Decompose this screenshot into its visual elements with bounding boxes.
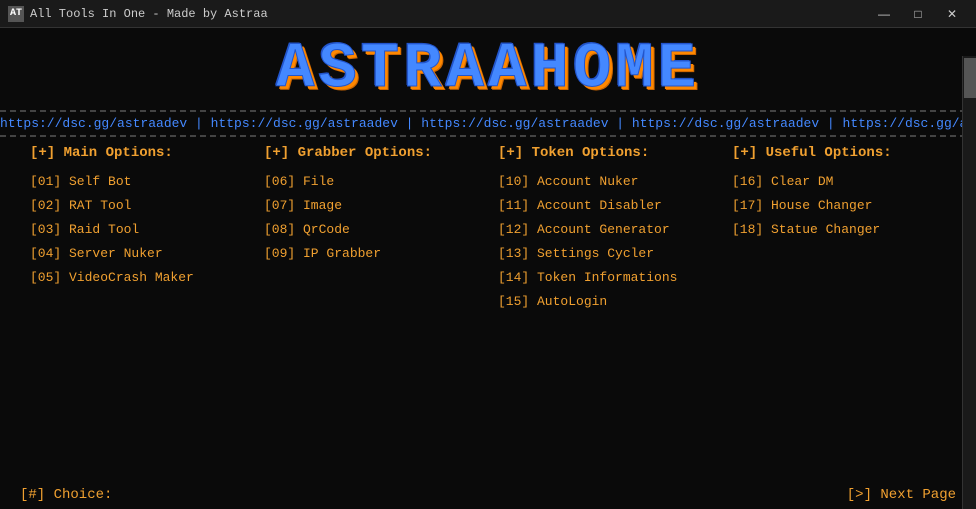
bottom-area: [#] Choice: [>] Next Page — [0, 483, 976, 509]
window-controls: — □ ✕ — [868, 4, 968, 24]
menu-item-18[interactable]: [18] Statue Changer — [732, 219, 946, 241]
close-button[interactable]: ✕ — [936, 4, 968, 24]
menu-item-09[interactable]: [09] IP Grabber — [264, 243, 478, 265]
menu-area: [+] Main Options: [01] Self Bot [02] RAT… — [0, 137, 976, 483]
menu-col-main: [+] Main Options: [01] Self Bot [02] RAT… — [20, 145, 254, 483]
title-bar: AT All Tools In One - Made by Astraa — □… — [0, 0, 976, 28]
scrollbar[interactable] — [962, 56, 976, 509]
token-options-header: [+] Token Options: — [498, 145, 712, 161]
logo-area: ASTRAAHOME — [0, 28, 976, 110]
next-page-button[interactable]: [>] Next Page — [847, 487, 956, 503]
menu-item-05[interactable]: [05] VideoCrash Maker — [30, 267, 244, 289]
menu-item-15[interactable]: [15] AutoLogin — [498, 291, 712, 313]
main-options-header: [+] Main Options: — [30, 145, 244, 161]
ticker-text: https://dsc.gg/astraadev | https://dsc.g… — [0, 116, 976, 131]
menu-item-11[interactable]: [11] Account Disabler — [498, 195, 712, 217]
menu-col-token: [+] Token Options: [10] Account Nuker [1… — [488, 145, 722, 483]
menu-item-07[interactable]: [07] Image — [264, 195, 478, 217]
choice-label[interactable]: [#] Choice: — [20, 487, 112, 503]
minimize-button[interactable]: — — [868, 4, 900, 24]
menu-grid: [+] Main Options: [01] Self Bot [02] RAT… — [0, 145, 976, 483]
menu-col-useful: [+] Useful Options: [16] Clear DM [17] H… — [722, 145, 956, 483]
menu-item-13[interactable]: [13] Settings Cycler — [498, 243, 712, 265]
menu-item-01[interactable]: [01] Self Bot — [30, 171, 244, 193]
ticker-inner: https://dsc.gg/astraadev | https://dsc.g… — [0, 116, 976, 131]
menu-item-16[interactable]: [16] Clear DM — [732, 171, 946, 193]
title-bar-left: AT All Tools In One - Made by Astraa — [8, 6, 268, 22]
menu-item-02[interactable]: [02] RAT Tool — [30, 195, 244, 217]
menu-item-14[interactable]: [14] Token Informations — [498, 267, 712, 289]
menu-item-08[interactable]: [08] QrCode — [264, 219, 478, 241]
app-icon: AT — [8, 6, 24, 22]
menu-item-03[interactable]: [03] Raid Tool — [30, 219, 244, 241]
menu-item-06[interactable]: [06] File — [264, 171, 478, 193]
logo-text: ASTRAAHOME — [276, 38, 700, 102]
menu-item-17[interactable]: [17] House Changer — [732, 195, 946, 217]
menu-item-12[interactable]: [12] Account Generator — [498, 219, 712, 241]
maximize-button[interactable]: □ — [902, 4, 934, 24]
main-content: ASTRAAHOME https://dsc.gg/astraadev | ht… — [0, 28, 976, 509]
menu-col-grabber: [+] Grabber Options: [06] File [07] Imag… — [254, 145, 488, 483]
menu-item-04[interactable]: [04] Server Nuker — [30, 243, 244, 265]
useful-options-header: [+] Useful Options: — [732, 145, 946, 161]
grabber-options-header: [+] Grabber Options: — [264, 145, 478, 161]
window-title: All Tools In One - Made by Astraa — [30, 7, 268, 21]
ticker-bar: https://dsc.gg/astraadev | https://dsc.g… — [0, 110, 976, 137]
scrollbar-thumb[interactable] — [964, 58, 976, 98]
menu-item-10[interactable]: [10] Account Nuker — [498, 171, 712, 193]
